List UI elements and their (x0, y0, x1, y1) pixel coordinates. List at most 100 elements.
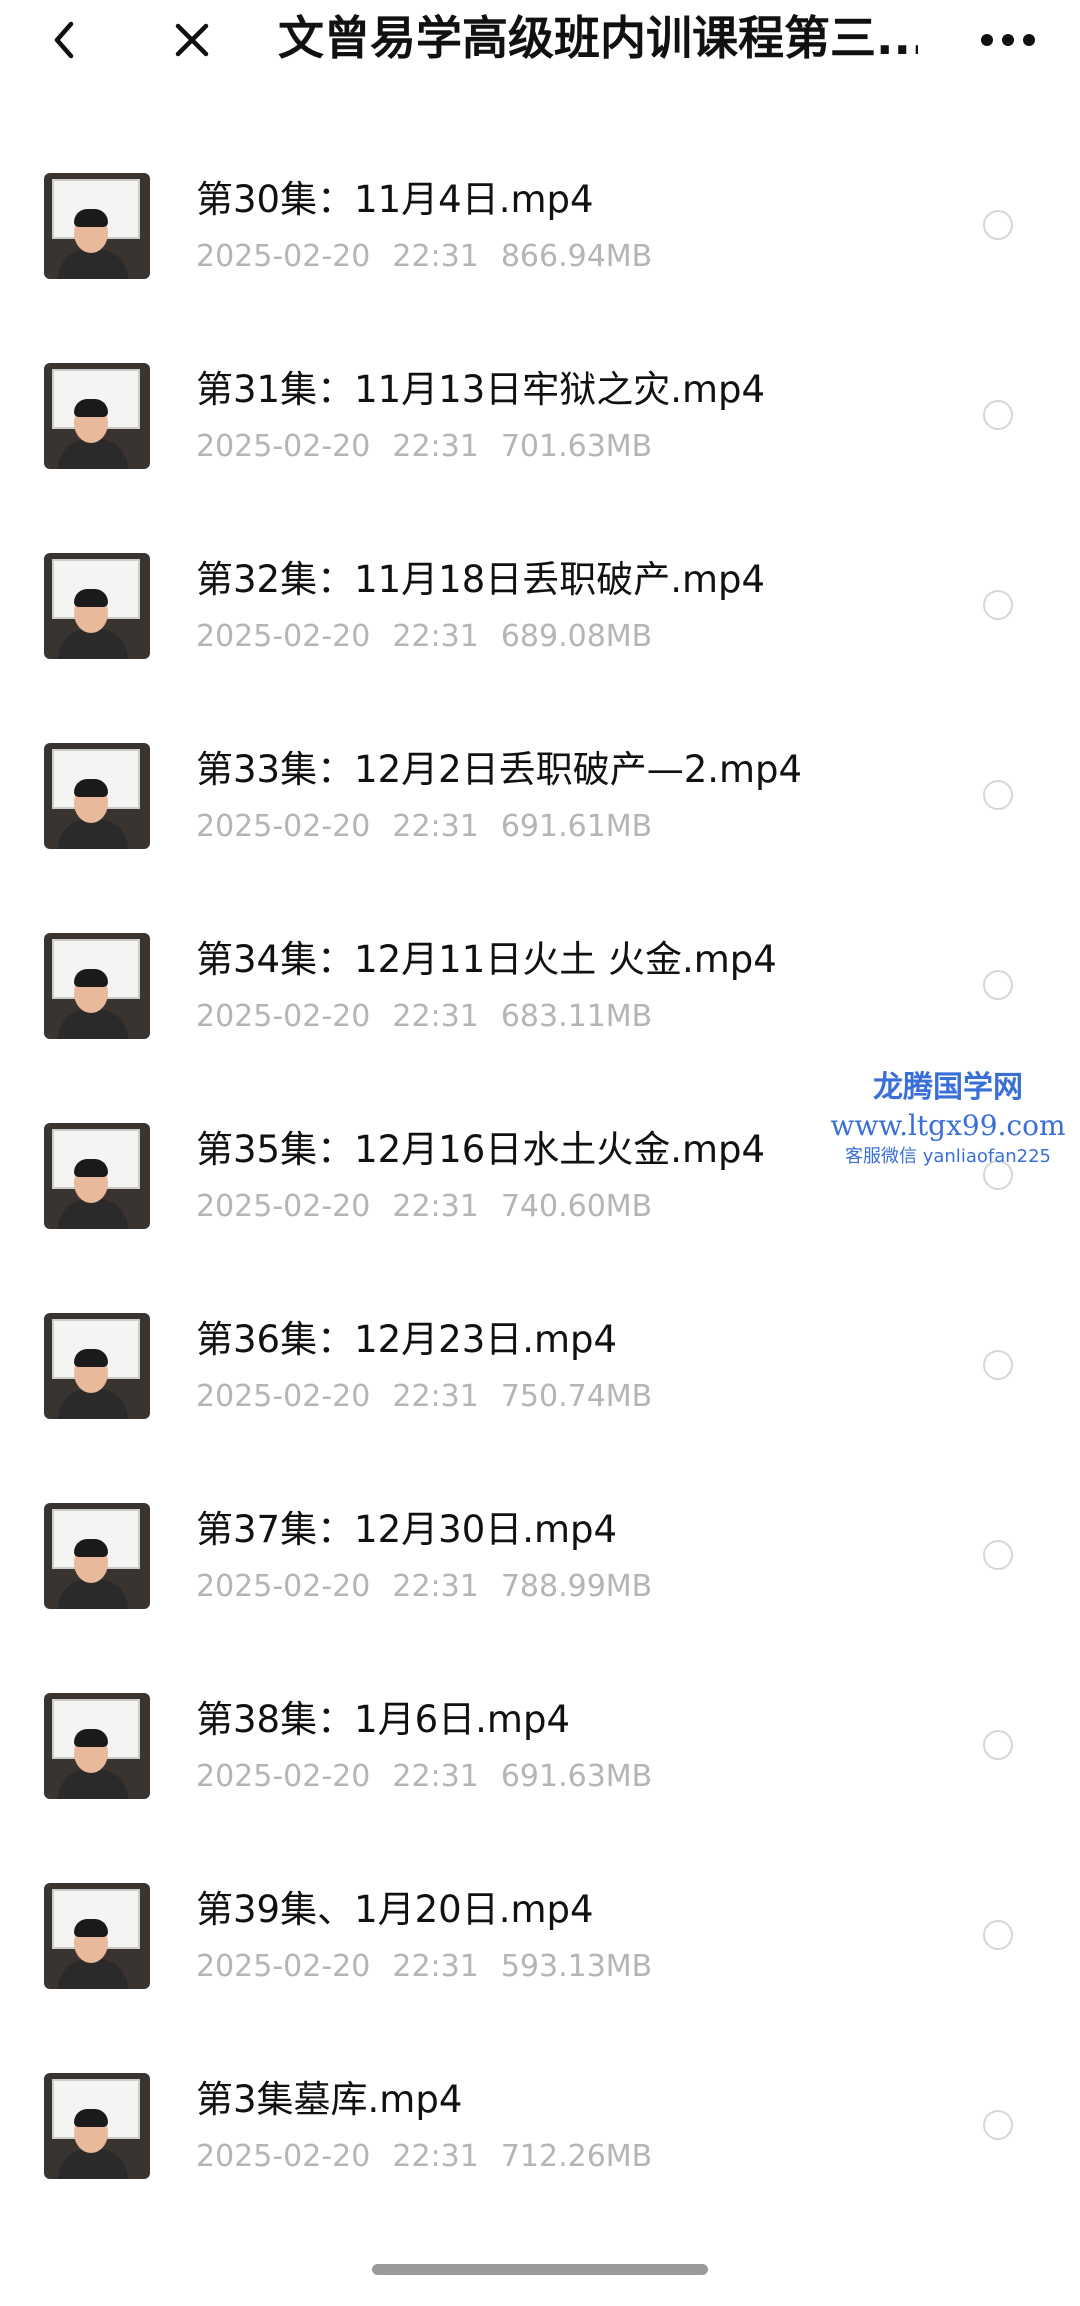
select-radio[interactable] (983, 400, 1013, 430)
more-horizontal-icon (981, 34, 1035, 46)
file-size: 689.08MB (500, 619, 653, 654)
file-name: 第39集、1月20日.mp4 (196, 1888, 594, 1931)
page-title: 文曾易学高级班内训课程第三... (278, 11, 918, 65)
file-size: 691.61MB (500, 809, 653, 844)
video-thumbnail (44, 173, 150, 279)
video-thumbnail (44, 1883, 150, 1989)
file-date: 2025-02-20 (196, 1569, 371, 1604)
select-radio[interactable] (983, 210, 1013, 240)
file-name: 第30集：11月4日.mp4 (196, 178, 594, 221)
file-meta: 2025-02-20 22:31 712.26MB (196, 2137, 652, 2177)
close-button[interactable] (162, 10, 222, 70)
watermark-title: 龙腾国学网 (873, 1070, 1023, 1105)
watermark-contact: 客服微信 yanliaofan225 (845, 1146, 1051, 1167)
video-thumbnail (44, 1313, 150, 1419)
video-thumbnail (44, 1503, 150, 1609)
file-meta: 2025-02-20 22:31 691.63MB (196, 1757, 652, 1797)
file-date: 2025-02-20 (196, 1759, 371, 1794)
file-name: 第3集墓库.mp4 (196, 2078, 463, 2121)
file-date: 2025-02-20 (196, 1189, 371, 1224)
file-name: 第34集：12月11日火土 火金.mp4 (196, 938, 777, 981)
file-time: 22:31 (392, 809, 479, 844)
select-radio[interactable] (983, 1350, 1013, 1380)
watermark-url: www.ltgx99.com (830, 1109, 1066, 1142)
file-size: 701.63MB (500, 429, 653, 464)
file-row[interactable]: 第30集：11月4日.mp4 2025-02-20 22:31 866.94MB (0, 137, 1080, 327)
file-name: 第31集：11月13日牢狱之灾.mp4 (196, 368, 766, 411)
file-size: 683.11MB (500, 999, 653, 1034)
watermark: 龙腾国学网 www.ltgx99.com 客服微信 yanliaofan225 (818, 1068, 1078, 1170)
file-time: 22:31 (392, 2139, 479, 2174)
file-time: 22:31 (392, 1379, 479, 1414)
file-name: 第36集：12月23日.mp4 (196, 1318, 618, 1361)
select-radio[interactable] (983, 1730, 1013, 1760)
file-size: 691.63MB (500, 1759, 653, 1794)
close-icon (175, 23, 209, 57)
file-row[interactable]: 第31集：11月13日牢狱之灾.mp4 2025-02-20 22:31 701.63… (0, 327, 1080, 517)
file-date: 2025-02-20 (196, 619, 371, 654)
file-size: 740.60MB (500, 1189, 653, 1224)
select-radio[interactable] (983, 1920, 1013, 1950)
file-row[interactable]: 第33集：12月2日丢职破产—2.mp4 2025-02-20 22:31 691.6… (0, 707, 1080, 897)
file-row[interactable]: 第38集：1月6日.mp4 2025-02-20 22:31 691.63MB (0, 1657, 1080, 1847)
file-date: 2025-02-20 (196, 2139, 371, 2174)
file-date: 2025-02-20 (196, 999, 371, 1034)
home-indicator[interactable] (372, 2264, 708, 2275)
video-thumbnail (44, 1123, 150, 1229)
file-time: 22:31 (392, 239, 479, 274)
file-time: 22:31 (392, 1569, 479, 1604)
file-name: 第35集：12月16日水土火金.mp4 (196, 1128, 766, 1171)
file-meta: 2025-02-20 22:31 689.08MB (196, 617, 652, 657)
file-meta: 2025-02-20 22:31 750.74MB (196, 1377, 652, 1417)
back-button[interactable] (34, 10, 94, 70)
file-time: 22:31 (392, 429, 479, 464)
file-size: 788.99MB (500, 1569, 653, 1604)
file-time: 22:31 (392, 1189, 479, 1224)
video-thumbnail (44, 553, 150, 659)
file-size: 593.13MB (500, 1949, 653, 1984)
file-name: 第32集：11月18日丢职破产.mp4 (196, 558, 766, 601)
file-meta: 2025-02-20 22:31 701.63MB (196, 427, 652, 467)
video-thumbnail (44, 363, 150, 469)
file-date: 2025-02-20 (196, 429, 371, 464)
file-row[interactable]: 第37集：12月30日.mp4 2025-02-20 22:31 788.99MB (0, 1467, 1080, 1657)
more-button[interactable] (978, 10, 1038, 70)
file-size: 712.26MB (500, 2139, 653, 2174)
file-size: 866.94MB (500, 239, 653, 274)
file-time: 22:31 (392, 1949, 479, 1984)
file-row[interactable]: 第39集、1月20日.mp4 2025-02-20 22:31 593.13MB (0, 1847, 1080, 2037)
file-meta: 2025-02-20 22:31 593.13MB (196, 1947, 652, 1987)
file-list: 第30集：11月4日.mp4 2025-02-20 22:31 866.94MB 第31… (0, 137, 1080, 2227)
file-time: 22:31 (392, 999, 479, 1034)
file-date: 2025-02-20 (196, 1949, 371, 1984)
file-meta: 2025-02-20 22:31 866.94MB (196, 237, 652, 277)
file-row[interactable]: 第3集墓库.mp4 2025-02-20 22:31 712.26MB (0, 2037, 1080, 2227)
file-time: 22:31 (392, 1759, 479, 1794)
file-meta: 2025-02-20 22:31 683.11MB (196, 997, 652, 1037)
video-thumbnail (44, 2073, 150, 2179)
file-name: 第38集：1月6日.mp4 (196, 1698, 570, 1741)
select-radio[interactable] (983, 780, 1013, 810)
file-row[interactable]: 第36集：12月23日.mp4 2025-02-20 22:31 750.74MB (0, 1277, 1080, 1467)
select-radio[interactable] (983, 1540, 1013, 1570)
top-bar: 文曾易学高级班内训课程第三... (0, 0, 1080, 78)
file-time: 22:31 (392, 619, 479, 654)
file-name: 第33集：12月2日丢职破产—2.mp4 (196, 748, 803, 791)
select-radio[interactable] (983, 970, 1013, 1000)
select-radio[interactable] (983, 2110, 1013, 2140)
file-row[interactable]: 第34集：12月11日火土 火金.mp4 2025-02-20 22:31 683.1… (0, 897, 1080, 1087)
file-meta: 2025-02-20 22:31 788.99MB (196, 1567, 652, 1607)
file-row[interactable]: 第32集：11月18日丢职破产.mp4 2025-02-20 22:31 689.08… (0, 517, 1080, 707)
select-radio[interactable] (983, 590, 1013, 620)
video-thumbnail (44, 1693, 150, 1799)
file-meta: 2025-02-20 22:31 740.60MB (196, 1187, 652, 1227)
video-thumbnail (44, 933, 150, 1039)
file-date: 2025-02-20 (196, 1379, 371, 1414)
file-size: 750.74MB (500, 1379, 653, 1414)
file-name: 第37集：12月30日.mp4 (196, 1508, 618, 1551)
file-date: 2025-02-20 (196, 239, 371, 274)
video-thumbnail (44, 743, 150, 849)
chevron-left-icon (54, 21, 74, 59)
file-date: 2025-02-20 (196, 809, 371, 844)
file-meta: 2025-02-20 22:31 691.61MB (196, 807, 652, 847)
